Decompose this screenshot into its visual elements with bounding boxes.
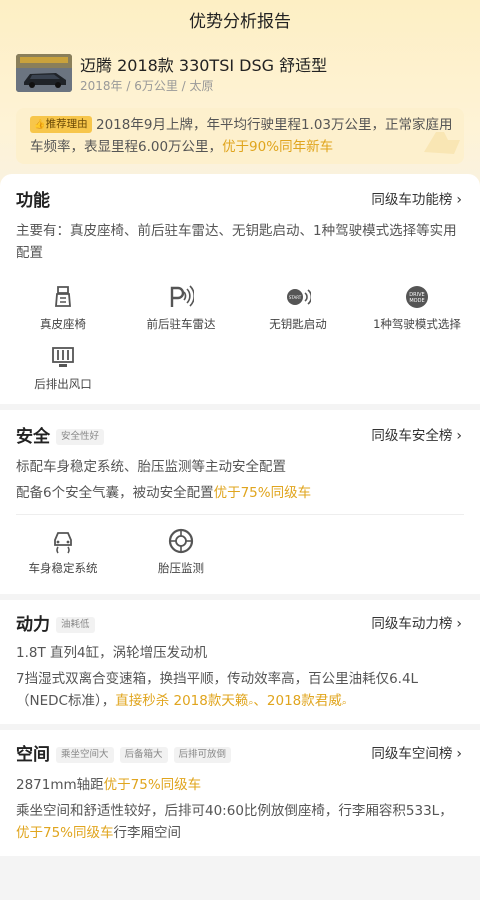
- safety-title: 安全 安全性好: [16, 422, 105, 447]
- feature-leather-seat[interactable]: 真皮座椅: [8, 284, 118, 332]
- car-title: 迈腾 2018款 330TSI DSG 舒适型: [80, 56, 328, 75]
- feature-tire-pressure[interactable]: 胎压监测: [126, 528, 236, 576]
- svg-text:START: START: [289, 295, 302, 300]
- power-rank-link[interactable]: 同级车动力榜 ›: [371, 612, 462, 632]
- space-rank-link[interactable]: 同级车空间榜 ›: [371, 742, 462, 762]
- recommend-badge: 👍推荐理由: [30, 116, 92, 133]
- page-title: 优势分析报告: [189, 12, 291, 32]
- rear-vent-icon: [52, 347, 74, 367]
- feature-stability-control[interactable]: 车身稳定系统: [8, 528, 118, 576]
- functions-desc: 主要有：真皮座椅、前后驻车雷达、无钥匙启动、1种驾驶模式选择等实用配置: [16, 223, 457, 261]
- feature-rear-vent[interactable]: 后排出风口: [8, 344, 118, 392]
- safety-desc-2: 配备6个安全气囊，被动安全配置优于75%同级车: [16, 485, 312, 501]
- safety-tag: 安全性好: [56, 429, 105, 445]
- search-icon: ⌕: [341, 698, 347, 708]
- power-tag: 油耗低: [56, 617, 95, 633]
- power-desc: 7挡湿式双离合变速箱，换挡平顺，传动效率高，百公里油耗仅6.4L（NEDC标准）…: [16, 671, 419, 709]
- reason-highlight: 优于90%同年新车: [222, 139, 334, 155]
- space-section: 空间 乘坐空间大 后备箱大 后排可放倒 同级车空间榜 › 2871mm轴距优于75%同级…: [0, 730, 480, 856]
- chevron-right-icon: ›: [456, 192, 462, 208]
- functions-title: 功能: [16, 191, 50, 211]
- recommend-reason-text: 2018年9月上牌，年平均行驶里程1.03万公里，正常家庭用车频率，表显里程6.…: [30, 117, 453, 155]
- compare-link-junwei[interactable]: 2018款君威⌕: [267, 693, 347, 709]
- power-engine: 1.8T 直列4缸，涡轮增压发动机: [16, 645, 208, 661]
- space-tag: 乘坐空间大: [56, 747, 114, 763]
- car-meta: 2018年 / 6万公里 / 太原: [80, 79, 214, 93]
- keyless-start-icon: START: [287, 289, 311, 305]
- safety-rank-link[interactable]: 同级车安全榜 ›: [371, 424, 462, 444]
- recommend-reason-card: 2018年9月上牌，年平均行驶里程1.03万公里，正常家庭用车频率，表显里程6.…: [16, 108, 464, 164]
- chevron-right-icon: ›: [456, 428, 462, 444]
- chevron-right-icon: ›: [456, 616, 462, 632]
- parking-radar-icon: [170, 285, 194, 307]
- functions-section: 功能 同级车功能榜 › 主要有：真皮座椅、前后驻车雷达、无钥匙启动、1种驾驶模式选…: [0, 174, 480, 404]
- car-thumbnail[interactable]: [16, 54, 72, 92]
- space-wheelbase: 2871mm轴距优于75%同级车: [16, 777, 202, 793]
- safety-desc-1: 标配车身稳定系统、胎压监测等主动安全配置: [16, 459, 286, 475]
- space-title: 空间 乘坐空间大 后备箱大 后排可放倒: [16, 740, 232, 765]
- stability-control-icon: [54, 532, 72, 554]
- leather-seat-icon: [55, 286, 71, 307]
- space-tag: 后排可放倒: [173, 747, 232, 763]
- divider: [16, 514, 464, 515]
- compare-link-tianlai[interactable]: 直接秒杀 2018款天籁⌕: [115, 693, 253, 709]
- functions-rank-link[interactable]: 同级车功能榜 ›: [371, 188, 462, 208]
- tire-pressure-icon: [168, 528, 194, 554]
- feature-keyless-start[interactable]: START 无钥匙启动: [243, 284, 353, 332]
- feature-drive-mode[interactable]: DRIVE MODE 1种驾驶模式选择: [362, 284, 472, 332]
- car-header: 迈腾 2018款 330TSI DSG 舒适型 2018年 / 6万公里 / 太…: [16, 52, 464, 96]
- thumbs-up-icon: 👍: [34, 120, 46, 130]
- chevron-right-icon: ›: [456, 746, 462, 762]
- drive-mode-icon: DRIVE MODE: [406, 286, 428, 308]
- feature-parking-radar[interactable]: 前后驻车雷达: [126, 284, 236, 332]
- safety-section: 安全 安全性好 同级车安全榜 › 标配车身稳定系统、胎压监测等主动安全配置 配备6个…: [0, 410, 480, 594]
- space-tag: 后备箱大: [119, 747, 168, 763]
- power-title: 动力 油耗低: [16, 610, 95, 635]
- svg-text:MODE: MODE: [409, 298, 424, 304]
- space-desc: 乘坐空间和舒适性较好，后排可40:60比例放倒座椅，行李厢容积533L，优于75…: [16, 803, 453, 841]
- power-section: 动力 油耗低 同级车动力榜 › 1.8T 直列4缸，涡轮增压发动机 7挡湿式双离合变…: [0, 600, 480, 724]
